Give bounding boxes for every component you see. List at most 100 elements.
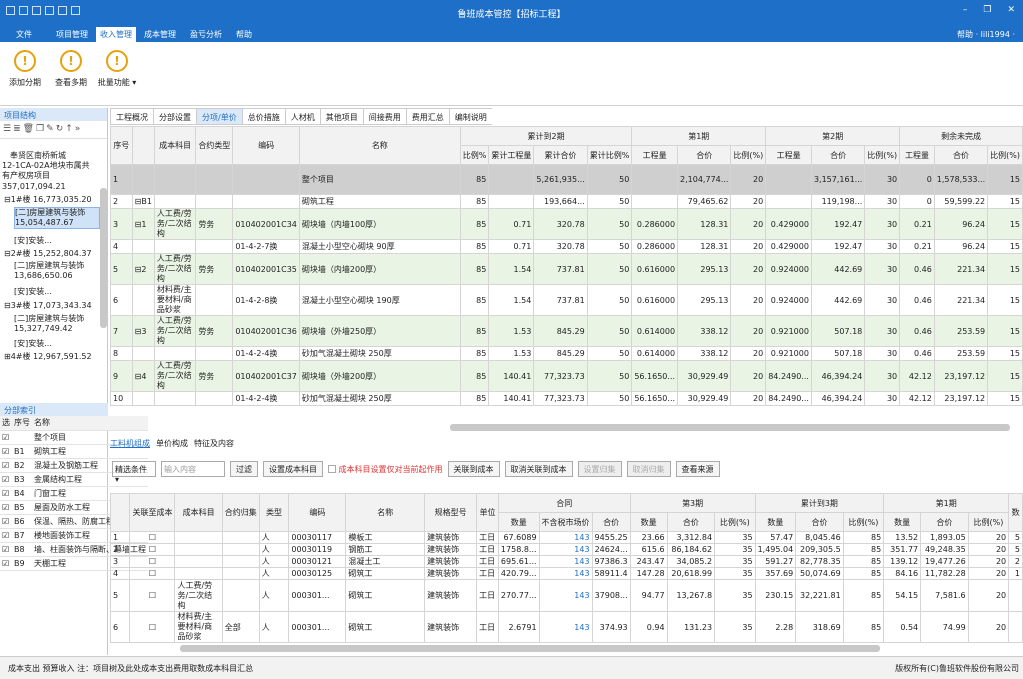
cell[interactable]: 46,394.24: [810, 360, 866, 392]
cell[interactable]: 建筑装饰: [424, 555, 478, 568]
tree-node[interactable]: ⊟1#楼 16,773,035.20: [4, 195, 92, 205]
cell[interactable]: 砌筑工程: [298, 194, 461, 209]
cell[interactable]: [221, 579, 260, 612]
cell[interactable]: 35: [714, 531, 756, 544]
table-row[interactable]: 7 ⊟3 人工费/劳务/二次结构 劳务 010402001C36 砌块墙（外墙250厚） 8…: [110, 315, 1023, 347]
subcol-2[interactable]: 合价: [591, 512, 631, 532]
subcol-4[interactable]: 合价: [666, 512, 716, 532]
checkbox-icon[interactable]: ☑: [0, 542, 12, 557]
cell[interactable]: 56.1650...: [631, 360, 679, 392]
cell[interactable]: 221.34: [933, 284, 989, 316]
cell[interactable]: 442.69: [810, 253, 866, 285]
cell[interactable]: 85: [842, 579, 885, 612]
cell[interactable]: 20: [730, 253, 767, 285]
tree-node[interactable]: 12-1CA-02A地块市属共: [2, 161, 90, 171]
cell[interactable]: 82,778.35: [795, 555, 844, 568]
cell[interactable]: 3: [110, 555, 131, 568]
cell[interactable]: 0.286000: [631, 239, 679, 254]
cell[interactable]: 85: [842, 531, 885, 544]
cell[interactable]: 845.29: [533, 315, 588, 347]
cell[interactable]: 0.924000: [765, 284, 812, 316]
cell[interactable]: 320.78: [533, 239, 588, 254]
cell[interactable]: 3,312.84: [666, 531, 716, 544]
set-collect-button[interactable]: 设置归集: [577, 461, 622, 477]
cell[interactable]: 85: [459, 346, 490, 361]
tab-4[interactable]: 人材机: [284, 108, 320, 125]
main-grid-hscroll[interactable]: [450, 424, 1010, 431]
cell[interactable]: 85: [459, 284, 490, 316]
cell[interactable]: [195, 194, 234, 209]
subcol-6[interactable]: 比例(%): [730, 145, 767, 165]
col-type[interactable]: 类型: [258, 493, 290, 532]
subcol-11[interactable]: 比例(%): [967, 512, 1010, 532]
cell[interactable]: 砌筑工: [345, 611, 426, 643]
cell[interactable]: 0: [899, 194, 935, 209]
checkbox-icon[interactable]: ☑: [0, 556, 12, 571]
cell[interactable]: 24624...: [591, 543, 631, 556]
link-checkbox[interactable]: ☐: [129, 543, 176, 556]
cell[interactable]: 3: [110, 208, 133, 240]
expand-icon[interactable]: ☰: [3, 124, 13, 134]
cell[interactable]: 0.286000: [631, 208, 679, 240]
checkbox-icon[interactable]: ☑: [0, 472, 12, 487]
cell[interactable]: 0.616000: [631, 284, 679, 316]
table-row[interactable]: 2 ⊟B1 砌筑工程 85 193,664... 50 79,465.62 20 119,198…: [110, 194, 1023, 209]
link-checkbox[interactable]: ☐: [129, 555, 176, 568]
cell[interactable]: 5: [1008, 531, 1023, 544]
cell[interactable]: 85: [459, 315, 490, 347]
checkbox-icon[interactable]: ☑: [0, 500, 12, 515]
subcol-3[interactable]: 数量: [629, 512, 668, 532]
cell[interactable]: 845.29: [533, 346, 588, 361]
subcol-9[interactable]: 比例(%): [864, 145, 901, 165]
cell[interactable]: 00030121: [288, 555, 347, 568]
filter-button[interactable]: 过滤: [230, 461, 258, 477]
col-cost[interactable]: 成本科目: [174, 493, 223, 532]
cell[interactable]: 11,782.28: [920, 567, 969, 580]
cell[interactable]: 建筑装饰: [424, 567, 478, 580]
cell[interactable]: 13.52: [883, 531, 922, 544]
tree-node[interactable]: 13,686,650.06: [14, 271, 73, 281]
subcol-9[interactable]: 数量: [883, 512, 922, 532]
cell[interactable]: 1.53: [488, 315, 535, 347]
cell[interactable]: 85: [459, 391, 490, 406]
cell[interactable]: 50: [586, 391, 633, 406]
cell[interactable]: 77,323.73: [533, 360, 588, 392]
cell[interactable]: 8,045.46: [795, 531, 844, 544]
cell[interactable]: 0.614000: [631, 315, 679, 347]
menu-project[interactable]: 项目管理: [56, 29, 88, 40]
cell[interactable]: 20: [967, 611, 1010, 643]
unlink-cost-button[interactable]: 取消关联到成本: [504, 461, 573, 477]
cell[interactable]: 49,248.35: [920, 543, 969, 556]
cell[interactable]: 15: [987, 208, 1023, 240]
cell[interactable]: 35: [714, 579, 756, 612]
cell[interactable]: 50: [586, 346, 633, 361]
link-checkbox[interactable]: ☐: [129, 531, 176, 544]
tree-node[interactable]: [二]房屋建筑与装饰: [14, 261, 84, 271]
cell[interactable]: 10: [110, 391, 133, 406]
cell[interactable]: 338.12: [677, 346, 732, 361]
cell[interactable]: 35: [714, 567, 756, 580]
cell[interactable]: 1758.8...: [497, 543, 540, 556]
cell[interactable]: 128.31: [677, 208, 732, 240]
cell[interactable]: 695.61...: [497, 555, 540, 568]
col-code[interactable]: 编码: [288, 493, 347, 532]
cell[interactable]: 1: [1008, 567, 1023, 580]
cell[interactable]: 00030119: [288, 543, 347, 556]
subcol-6[interactable]: 数量: [754, 512, 797, 532]
cell[interactable]: 1.53: [488, 346, 535, 361]
user-info[interactable]: 帮助 · lili1994 ·: [957, 29, 1015, 40]
cell[interactable]: 劳务: [195, 315, 234, 347]
cell[interactable]: 010402001C35: [232, 253, 300, 285]
cell[interactable]: 0.429000: [765, 208, 812, 240]
cell[interactable]: 35: [714, 611, 756, 643]
col-seq[interactable]: 序号: [110, 126, 133, 165]
cell[interactable]: 591.27: [754, 555, 797, 568]
cell[interactable]: 20: [967, 579, 1010, 612]
cell[interactable]: 2: [110, 543, 131, 556]
view-source-button[interactable]: 查看来源: [675, 461, 720, 477]
cell[interactable]: 00030125: [288, 567, 347, 580]
delete-icon[interactable]: 🗑: [23, 124, 36, 134]
col-contract[interactable]: 合约类型: [195, 126, 234, 165]
cell[interactable]: 85: [459, 194, 490, 209]
cell[interactable]: [232, 164, 300, 195]
